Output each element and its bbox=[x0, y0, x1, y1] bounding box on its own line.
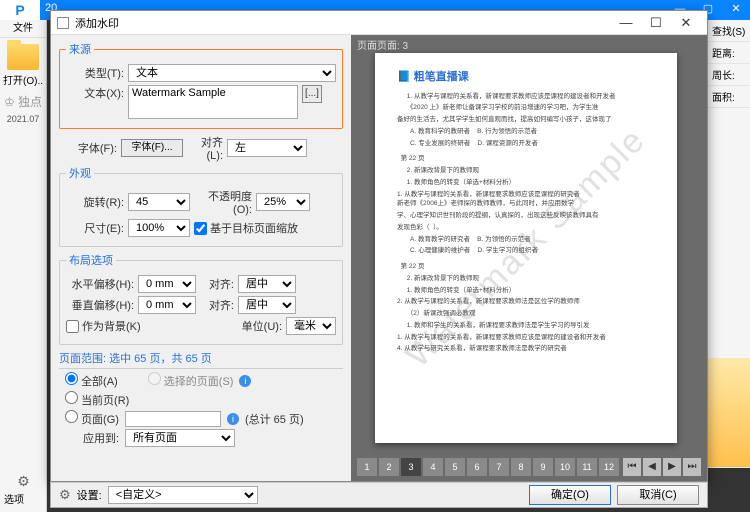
cancel-button[interactable]: 取消(C) bbox=[617, 485, 699, 505]
page-brand: 📘 粗笔直播课 bbox=[397, 69, 655, 86]
opacity-label: 不透明度(O): bbox=[194, 188, 252, 216]
ok-button[interactable]: 确定(O) bbox=[529, 485, 611, 505]
text-align-select[interactable]: 左 bbox=[227, 139, 307, 157]
settings-panel: 来源 类型(T): 文本 文本(X): Watermark Sample [..… bbox=[51, 35, 351, 481]
date-label: 2021.07 bbox=[0, 114, 46, 124]
page-8[interactable]: 8 bbox=[511, 458, 531, 476]
open-label[interactable]: 打开(O).. bbox=[0, 72, 46, 87]
watermark-text-input[interactable]: Watermark Sample bbox=[128, 85, 298, 119]
page-navigator: 1 2 3 4 5 6 7 8 9 10 11 12 ⏮ ◀ ▶ ⏭ bbox=[357, 457, 701, 477]
page-6[interactable]: 6 bbox=[467, 458, 487, 476]
area-label: 面积: bbox=[708, 86, 750, 108]
settings-gear-icon[interactable]: ⚙ bbox=[0, 473, 47, 490]
page-4[interactable]: 4 bbox=[423, 458, 443, 476]
dialog-footer: ⚙ 设置: <自定义> 确定(O) 取消(C) bbox=[50, 482, 708, 508]
parent-close-icon[interactable]: ✕ bbox=[722, 0, 750, 18]
star-icon[interactable]: ♔ 独点 bbox=[0, 93, 46, 110]
dialog-icon bbox=[57, 17, 69, 29]
preview-panel: 页面页面: 3 📘 粗笔直播课 1. 从教学与课程的关系看，新课程要求教师应该是… bbox=[351, 35, 707, 481]
radio-current[interactable]: 当前页(R) bbox=[65, 391, 129, 408]
halign-select[interactable]: 居中 bbox=[238, 275, 296, 293]
valign-label: 对齐: bbox=[200, 297, 234, 313]
page-9[interactable]: 9 bbox=[533, 458, 553, 476]
text-align-label: 对齐(L): bbox=[187, 134, 223, 162]
app-logo: P bbox=[0, 0, 40, 20]
nav-prev-icon[interactable]: ◀ bbox=[643, 458, 661, 476]
page-1[interactable]: 1 bbox=[357, 458, 377, 476]
dialog-max-button[interactable]: ☐ bbox=[641, 15, 671, 31]
info-icon[interactable]: i bbox=[239, 375, 251, 387]
text-label: 文本(X): bbox=[66, 85, 124, 101]
info-icon-2[interactable]: i bbox=[227, 413, 239, 425]
watermark-dialog: 添加水印 — ☐ ✕ 来源 类型(T): 文本 文本(X): Watermark… bbox=[50, 10, 708, 482]
dialog-min-button[interactable]: — bbox=[611, 15, 641, 30]
dialog-title: 添加水印 bbox=[75, 15, 119, 31]
preset-select[interactable]: <自定义> bbox=[108, 486, 258, 504]
type-select[interactable]: 文本 bbox=[128, 64, 336, 82]
options-label[interactable]: 选项 bbox=[4, 491, 24, 506]
apply-to-label: 应用到: bbox=[83, 430, 119, 446]
apply-to-select[interactable]: 所有页面 bbox=[125, 429, 235, 447]
unit-label: 单位(U): bbox=[242, 318, 282, 334]
distance-label: 距离: bbox=[708, 42, 750, 64]
parent-right-sidebar: 查找(S) 距离: 周长: 面积: bbox=[707, 20, 750, 468]
page-10[interactable]: 10 bbox=[555, 458, 575, 476]
as-background-checkbox[interactable]: 作为背景(K) bbox=[66, 318, 141, 334]
page-range-title: 页面范围: 选中 65 页，共 65 页 bbox=[59, 350, 343, 369]
voffset-select[interactable]: 0 mm bbox=[138, 296, 196, 314]
font-button[interactable]: 字体(F)... bbox=[121, 139, 183, 157]
radio-selected[interactable]: 选择的页面(S) bbox=[148, 372, 234, 389]
preview-page: 📘 粗笔直播课 1. 从教学与课程的关系看，新课程要求教师应该是课程的建设者和开… bbox=[375, 53, 677, 443]
page-7[interactable]: 7 bbox=[489, 458, 509, 476]
page-5[interactable]: 5 bbox=[445, 458, 465, 476]
settings-label: 设置: bbox=[77, 487, 102, 503]
type-label: 类型(T): bbox=[66, 65, 124, 81]
parent-left-sidebar: 文件 打开(O).. ♔ 独点 2021.07 ⚙ 选项 bbox=[0, 20, 47, 512]
page-3[interactable]: 3 bbox=[401, 458, 421, 476]
page-12[interactable]: 12 bbox=[599, 458, 619, 476]
dialog-titlebar: 添加水印 — ☐ ✕ bbox=[51, 11, 707, 35]
nav-first-icon[interactable]: ⏮ bbox=[623, 458, 641, 476]
rotate-select[interactable]: 45 bbox=[128, 193, 190, 211]
preview-header: 页面页面: 3 bbox=[357, 37, 408, 52]
unit-select[interactable]: 毫米 bbox=[286, 317, 336, 335]
menu-file[interactable]: 文件 bbox=[0, 20, 46, 38]
scale-checkbox[interactable]: 基于目标页面缩放 bbox=[194, 220, 298, 236]
total-pages-label: (总计 65 页) bbox=[245, 411, 304, 427]
pages-input[interactable] bbox=[125, 411, 221, 427]
find-label[interactable]: 查找(S) bbox=[708, 20, 750, 42]
dialog-close-button[interactable]: ✕ bbox=[671, 15, 701, 31]
voffset-label: 垂直偏移(H): bbox=[66, 297, 134, 313]
hoffset-select[interactable]: 0 mm bbox=[138, 275, 196, 293]
nav-last-icon[interactable]: ⏭ bbox=[683, 458, 701, 476]
size-select[interactable]: 100% bbox=[128, 219, 190, 237]
source-legend: 来源 bbox=[66, 41, 94, 57]
footer-gear-icon[interactable]: ⚙ bbox=[59, 487, 71, 503]
radio-pages[interactable]: 页面(G) bbox=[65, 410, 119, 427]
radio-all[interactable]: 全部(A) bbox=[65, 372, 118, 389]
page-2[interactable]: 2 bbox=[379, 458, 399, 476]
layout-legend: 布局选项 bbox=[66, 252, 116, 268]
nav-next-icon[interactable]: ▶ bbox=[663, 458, 681, 476]
source-group: 来源 类型(T): 文本 文本(X): Watermark Sample [..… bbox=[59, 41, 343, 129]
appearance-legend: 外观 bbox=[66, 165, 94, 181]
halign-label: 对齐: bbox=[200, 276, 234, 292]
text-expand-button[interactable]: [...] bbox=[302, 85, 322, 103]
hoffset-label: 水平偏移(H): bbox=[66, 276, 134, 292]
valign-select[interactable]: 居中 bbox=[238, 296, 296, 314]
opacity-select[interactable]: 25% bbox=[256, 193, 310, 211]
layout-group: 布局选项 水平偏移(H): 0 mm 对齐: 居中 垂直偏移(H): 0 mm … bbox=[59, 252, 343, 345]
font-label: 字体(F): bbox=[59, 140, 117, 156]
scale-checkbox-input[interactable] bbox=[194, 222, 207, 235]
perimeter-label: 周长: bbox=[708, 64, 750, 86]
page-11[interactable]: 11 bbox=[577, 458, 597, 476]
as-background-input[interactable] bbox=[66, 320, 79, 333]
right-thumbnail bbox=[708, 358, 750, 468]
rotate-label: 旋转(R): bbox=[66, 194, 124, 210]
folder-icon[interactable] bbox=[7, 44, 39, 70]
appearance-group: 外观 旋转(R): 45 不透明度(O): 25% 尺寸(E): 100% 基于… bbox=[59, 165, 343, 247]
size-label: 尺寸(E): bbox=[66, 220, 124, 236]
